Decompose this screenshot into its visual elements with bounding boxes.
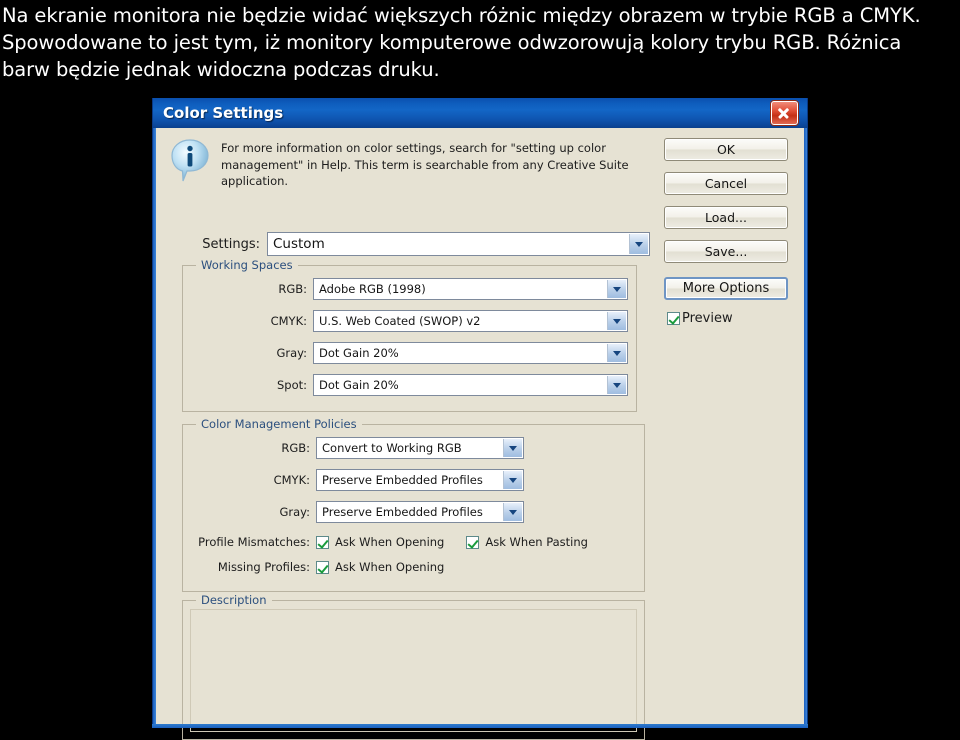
window-frame-right	[804, 98, 807, 727]
policy-cmyk-dropdown[interactable]: Preserve Embedded Profiles	[316, 469, 524, 491]
working-gray-dropdown[interactable]: Dot Gain 20%	[313, 342, 628, 364]
working-cmyk-dropdown[interactable]: U.S. Web Coated (SWOP) v2	[313, 310, 628, 332]
working-gray-value: Dot Gain 20%	[319, 346, 399, 360]
policy-rgb-label: RGB:	[281, 441, 310, 455]
chevron-down-icon[interactable]	[503, 503, 522, 521]
missing-profiles-row: Missing Profiles: Ask When Opening	[183, 560, 644, 574]
more-options-button[interactable]: More Options	[664, 277, 788, 300]
settings-dropdown[interactable]: Custom	[267, 232, 650, 256]
working-spaces-row-rgb: RGB: Adobe RGB (1998)	[183, 278, 636, 300]
preview-label: Preview	[682, 311, 733, 326]
settings-value: Custom	[273, 236, 325, 252]
save-button[interactable]: Save...	[664, 240, 788, 263]
settings-row: Settings: Custom	[170, 232, 650, 256]
chevron-down-icon[interactable]	[629, 234, 648, 254]
window-frame-bottom	[152, 724, 808, 728]
chevron-down-icon[interactable]	[503, 439, 522, 457]
chevron-down-icon[interactable]	[607, 312, 626, 330]
working-rgb-value: Adobe RGB (1998)	[319, 282, 426, 296]
working-spot-dropdown[interactable]: Dot Gain 20%	[313, 374, 628, 396]
chevron-down-icon[interactable]	[503, 471, 522, 489]
working-rgb-dropdown[interactable]: Adobe RGB (1998)	[313, 278, 628, 300]
info-text: For more information on color settings, …	[221, 141, 629, 188]
caption-text: Na ekranie monitora nie będzie widać wię…	[0, 0, 960, 83]
ask-when-opening-missing-label: Ask When Opening	[335, 560, 445, 574]
caption-line-3: barw będzie jednak widoczna podczas druk…	[2, 58, 440, 81]
working-spaces-row-cmyk: CMYK: U.S. Web Coated (SWOP) v2	[183, 310, 636, 332]
cancel-button[interactable]: Cancel	[664, 172, 788, 195]
working-cmyk-value: U.S. Web Coated (SWOP) v2	[319, 314, 481, 328]
close-icon[interactable]	[771, 101, 798, 125]
working-spaces-legend: Working Spaces	[196, 258, 298, 272]
ask-when-opening-mismatch-label: Ask When Opening	[335, 535, 445, 549]
load-button[interactable]: Load...	[664, 206, 788, 229]
working-spaces-row-gray: Gray: Dot Gain 20%	[183, 342, 636, 364]
ok-button[interactable]: OK	[664, 138, 788, 161]
chevron-down-icon[interactable]	[607, 280, 626, 298]
working-rgb-label: RGB:	[278, 282, 307, 296]
caption-line-1: Na ekranie monitora nie będzie widać wię…	[2, 4, 921, 27]
policy-rgb-dropdown[interactable]: Convert to Working RGB	[316, 437, 524, 459]
policy-cmyk-label: CMYK:	[273, 473, 310, 487]
working-spaces-row-spot: Spot: Dot Gain 20%	[183, 374, 636, 396]
policy-gray-label: Gray:	[279, 505, 310, 519]
working-spot-value: Dot Gain 20%	[319, 378, 399, 392]
preview-row: Preview	[667, 311, 794, 326]
working-cmyk-label: CMYK:	[270, 314, 307, 328]
policy-cmyk-value: Preserve Embedded Profiles	[322, 473, 483, 487]
chevron-down-icon[interactable]	[607, 376, 626, 394]
policies-legend: Color Management Policies	[196, 417, 362, 431]
info-block: For more information on color settings, …	[170, 138, 648, 190]
working-spaces-group: Working Spaces RGB: Adobe RGB (1998) CMY…	[182, 258, 637, 412]
color-management-policies-group: Color Management Policies RGB: Convert t…	[182, 417, 645, 592]
description-group: Description	[182, 593, 645, 740]
dialog-title: Color Settings	[163, 104, 284, 122]
profile-mismatches-label: Profile Mismatches:	[198, 535, 310, 549]
policy-gray-value: Preserve Embedded Profiles	[322, 505, 483, 519]
description-legend: Description	[196, 593, 272, 607]
caption-line-2: Spowodowane to jest tym, iż monitory kom…	[2, 31, 902, 54]
dialog-button-column: OK Cancel Load... Save... More Options P…	[664, 138, 794, 326]
ask-when-pasting-checkbox[interactable]	[466, 535, 480, 549]
ask-when-pasting-label: Ask When Pasting	[485, 535, 588, 549]
missing-profiles-label: Missing Profiles:	[217, 560, 310, 574]
chevron-down-icon[interactable]	[607, 344, 626, 362]
policies-row-gray: Gray: Preserve Embedded Profiles	[183, 501, 644, 523]
color-settings-dialog: Color Settings For more information on c…	[152, 98, 808, 740]
working-gray-label: Gray:	[276, 346, 307, 360]
description-text-area	[190, 609, 637, 732]
working-spot-label: Spot:	[276, 378, 307, 392]
policies-row-cmyk: CMYK: Preserve Embedded Profiles	[183, 469, 644, 491]
dialog-titlebar[interactable]: Color Settings	[153, 98, 807, 128]
ask-when-opening-mismatch-checkbox[interactable]	[316, 535, 329, 549]
ask-when-opening-missing-checkbox[interactable]	[316, 560, 329, 574]
policy-gray-dropdown[interactable]: Preserve Embedded Profiles	[316, 501, 524, 523]
policies-row-rgb: RGB: Convert to Working RGB	[183, 437, 644, 459]
info-bubble-icon	[170, 138, 210, 184]
policy-rgb-value: Convert to Working RGB	[322, 441, 462, 455]
dialog-body: For more information on color settings, …	[156, 128, 804, 740]
settings-label: Settings:	[202, 236, 260, 252]
profile-mismatches-row: Profile Mismatches: Ask When Opening Ask…	[183, 535, 644, 549]
preview-checkbox[interactable]	[667, 312, 680, 325]
